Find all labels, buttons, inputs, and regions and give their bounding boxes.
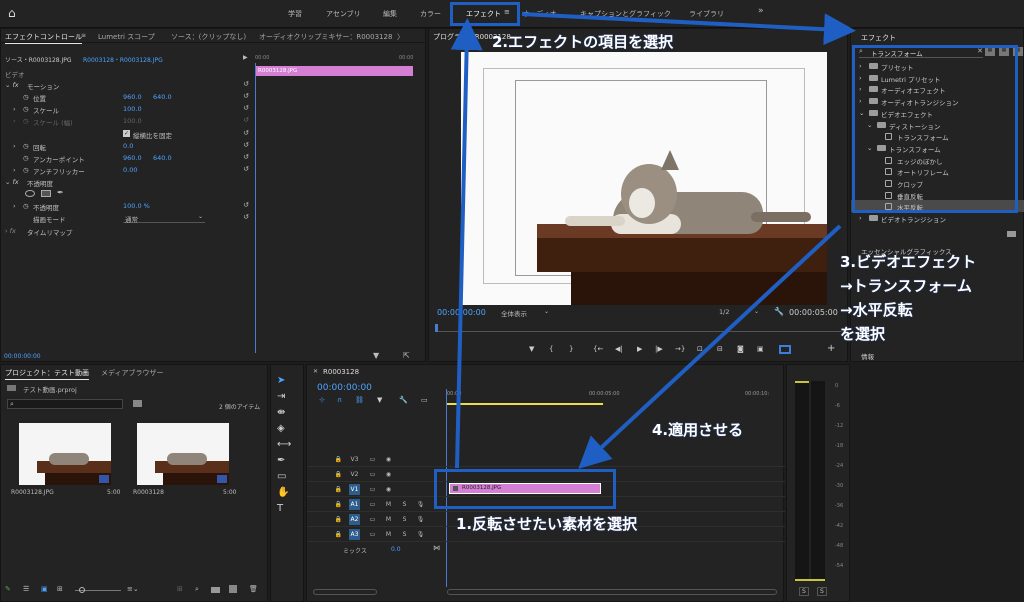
annotation-step-1: 1.反転させたい素材を選択	[456, 515, 638, 533]
highlight-effects-tab	[450, 2, 520, 26]
arrow-to-effects-panel	[521, 12, 856, 46]
highlight-timeline-clip	[434, 469, 616, 509]
annotation-step-3-line4: を選択	[840, 325, 886, 343]
arrow-to-effects-tab	[450, 18, 483, 469]
annotation-step-3-line1: 3.ビデオエフェクト	[840, 253, 977, 271]
highlight-effects-tree	[852, 45, 1018, 213]
annotation-step-3-line2: →トランスフォーム	[840, 277, 972, 295]
annotation-step-2: 2.エフェクトの項目を選択	[492, 33, 674, 51]
annotation-step-4: 4.適用させる	[652, 421, 744, 439]
annotation-step-3-line3: →水平反転	[840, 301, 913, 319]
